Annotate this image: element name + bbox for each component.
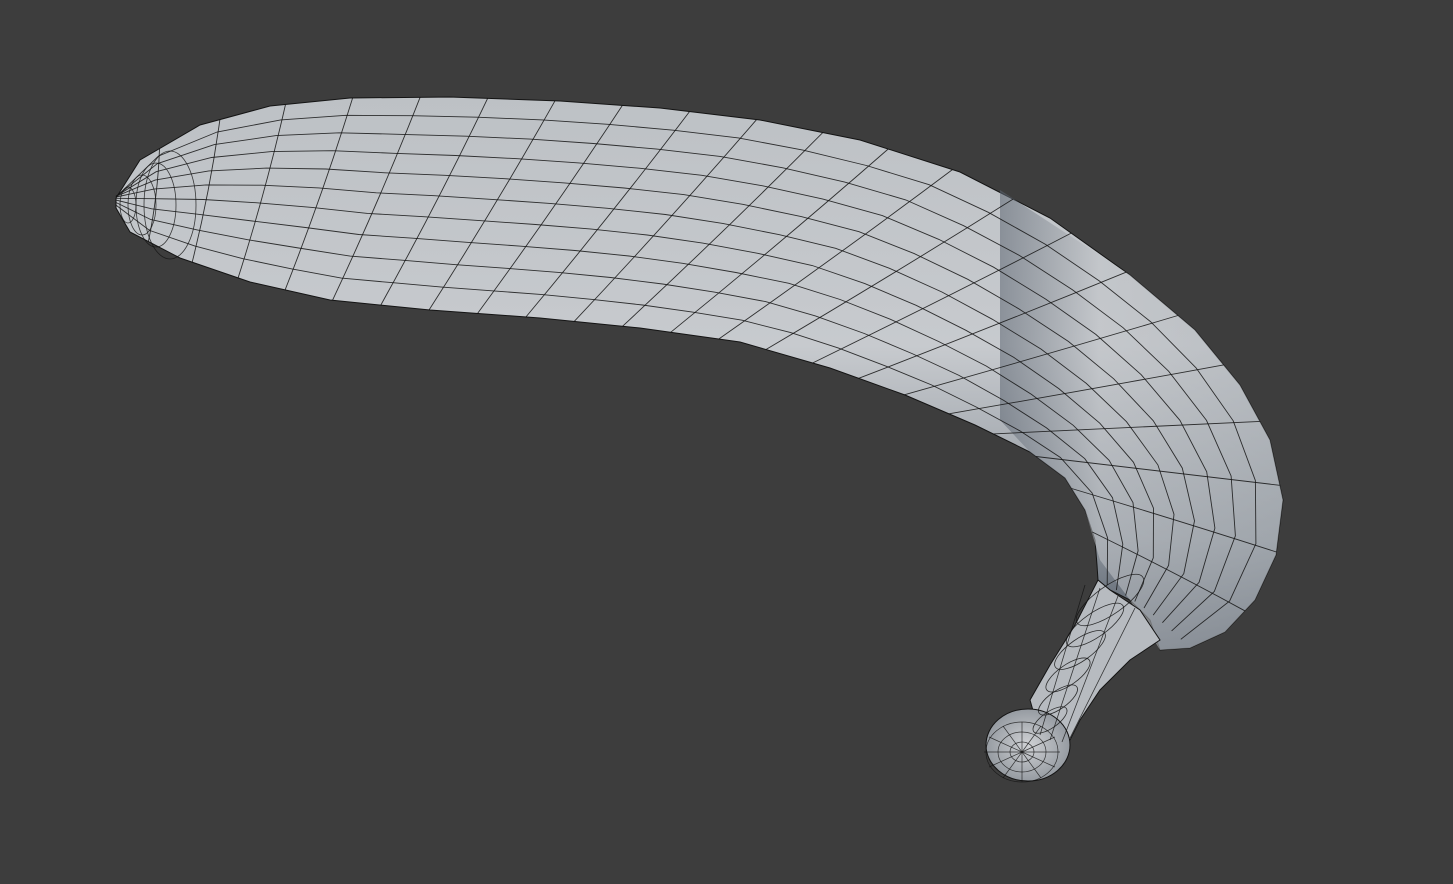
3d-viewport[interactable] [0, 0, 1453, 884]
banana-mesh[interactable] [0, 0, 1453, 884]
banana-bend-shading [1000, 190, 1283, 650]
